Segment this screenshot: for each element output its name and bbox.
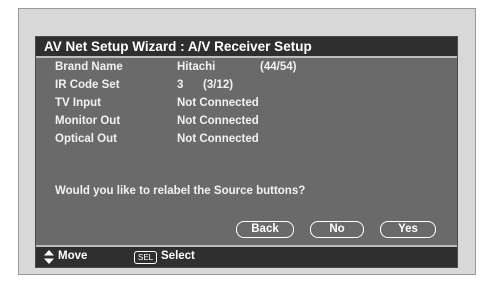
setting-row-tv-input[interactable]: TV Input Not Connected [36,97,436,113]
no-button[interactable]: No [310,221,364,238]
sel-key-icon: SEL [134,251,158,264]
up-down-arrows-icon [44,250,54,264]
setting-label: IR Code Set [55,79,120,91]
setting-label: TV Input [55,97,101,109]
setting-row-monitor-out[interactable]: Monitor Out Not Connected [36,115,436,131]
select-hint-label: Select [161,250,195,262]
title-bar: AV Net Setup Wizard : A/V Receiver Setup [36,37,457,58]
back-button[interactable]: Back [236,221,294,238]
setting-count: (3/12) [203,79,234,91]
setting-value: Not Connected [177,133,259,145]
setting-label: Brand Name [55,61,123,73]
setting-label: Monitor Out [55,115,121,127]
setting-count: (44/54) [260,61,297,73]
wizard-dialog: AV Net Setup Wizard : A/V Receiver Setup… [35,36,458,268]
setting-value: Not Connected [177,97,259,109]
dialog-title: AV Net Setup Wizard : A/V Receiver Setup [44,39,312,54]
setting-row-ir-code-set[interactable]: IR Code Set 3 (3/12) [36,79,436,95]
setting-label: Optical Out [55,133,117,145]
footer-bar: Move SEL Select [36,247,457,267]
move-hint-label: Move [58,250,88,262]
setting-value: Not Connected [177,115,259,127]
yes-button[interactable]: Yes [380,221,436,238]
relabel-question: Would you like to relabel the Source but… [55,185,306,197]
setting-row-brand-name[interactable]: Brand Name Hitachi (44/54) [36,61,436,77]
setting-value: Hitachi [177,61,216,73]
setting-value: 3 [177,79,184,91]
setting-row-optical-out[interactable]: Optical Out Not Connected [36,133,436,149]
